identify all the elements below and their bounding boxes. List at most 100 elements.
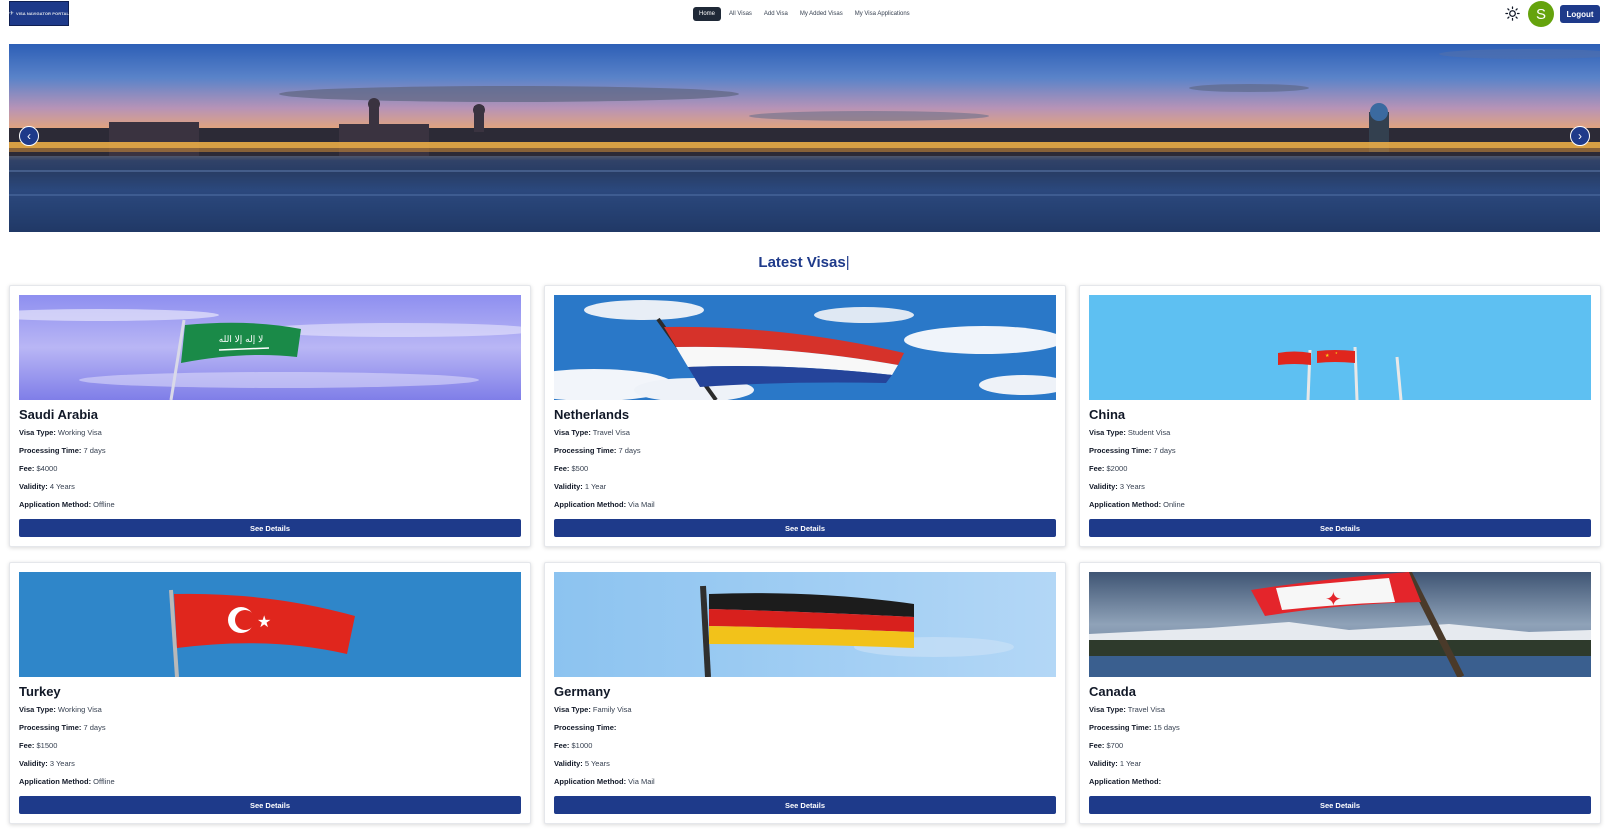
nav-link-my-visa-applications[interactable]: My Visa Applications — [849, 7, 916, 21]
hero-carousel: ‹ › — [9, 44, 1600, 232]
site-logo[interactable]: ✈ VISA NAVIGATOR PORTAL — [9, 1, 69, 26]
visa-card: ﻻ إله إلا الله Saudi Arabia Visa Type: W… — [9, 285, 531, 547]
application-method-row: Application Method: Via Mail — [554, 777, 1056, 789]
see-details-button[interactable]: See Details — [19, 796, 521, 814]
navbar: ✈ VISA NAVIGATOR PORTAL Home All Visas A… — [0, 0, 1608, 28]
validity-label: Validity: — [19, 482, 48, 491]
validity-row: Validity: 3 Years — [19, 759, 521, 771]
application-method-value: Offline — [93, 777, 115, 786]
processing-time-label: Processing Time: — [19, 723, 82, 732]
visa-type-label: Visa Type: — [554, 705, 591, 714]
visa-type-row: Visa Type: Travel Visa — [554, 428, 1056, 440]
nav-link-all-visas[interactable]: All Visas — [723, 7, 758, 21]
validity-value: 3 Years — [49, 759, 75, 768]
processing-time-row: Processing Time: 15 days — [1089, 723, 1591, 735]
plane-icon: ✈ — [8, 11, 15, 17]
fee-label: Fee: — [19, 464, 35, 473]
card-country-title: China — [1089, 407, 1126, 422]
card-country-title: Germany — [554, 684, 611, 699]
see-details-button[interactable]: See Details — [1089, 519, 1591, 537]
card-country-title: Saudi Arabia — [19, 407, 98, 422]
carousel-next-button[interactable]: › — [1570, 126, 1590, 146]
validity-row: Validity: 3 Years — [1089, 482, 1591, 494]
hero-city-skyline-image — [9, 49, 1600, 232]
svg-text:★: ★ — [257, 614, 271, 631]
processing-time-row: Processing Time: 7 days — [19, 723, 521, 735]
visa-type-label: Visa Type: — [1089, 428, 1126, 437]
validity-value: 5 Years — [584, 759, 610, 768]
svg-text:★: ★ — [1335, 351, 1338, 355]
svg-text:★: ★ — [1325, 353, 1330, 359]
fee-row: Fee: $500 — [554, 464, 1056, 476]
visa-type-value: Working Visa — [57, 705, 102, 714]
application-method-label: Application Method: — [19, 500, 92, 509]
see-details-button[interactable]: See Details — [554, 796, 1056, 814]
typewriter-cursor: | — [845, 254, 850, 271]
visa-type-value: Travel Visa — [1127, 705, 1165, 714]
application-method-value: Online — [1163, 500, 1185, 509]
visa-type-value: Student Visa — [1127, 428, 1171, 437]
validity-value: 4 Years — [49, 482, 75, 491]
fee-label: Fee: — [19, 741, 35, 750]
fee-label: Fee: — [554, 741, 570, 750]
validity-row: Validity: 5 Years — [554, 759, 1056, 771]
chevron-right-icon: › — [1578, 129, 1582, 143]
fee-value: $700 — [1106, 741, 1124, 750]
sun-icon — [1505, 6, 1520, 21]
nav-links: Home All Visas Add Visa My Added Visas M… — [693, 6, 916, 21]
nav-link-add-visa[interactable]: Add Visa — [758, 7, 794, 21]
validity-label: Validity: — [1089, 759, 1118, 768]
application-method-row: Application Method: — [1089, 777, 1591, 789]
see-details-button[interactable]: See Details — [19, 519, 521, 537]
fee-row: Fee: $1500 — [19, 741, 521, 753]
card-country-title: Turkey — [19, 684, 61, 699]
visa-type-label: Visa Type: — [19, 705, 56, 714]
fee-row: Fee: $700 — [1089, 741, 1591, 753]
visa-type-label: Visa Type: — [19, 428, 56, 437]
visa-card: ✦ Canada Visa Type: Travel Visa Processi… — [1079, 562, 1601, 824]
processing-time-row: Processing Time: 7 days — [554, 446, 1056, 458]
visa-type-value: Working Visa — [57, 428, 102, 437]
processing-time-value: 7 days — [83, 446, 106, 455]
section-title-text: Latest Visas — [758, 254, 846, 271]
validity-row: Validity: 1 Year — [1089, 759, 1591, 771]
saudi-arabia-flag-image: ﻻ إله إلا الله — [19, 295, 521, 400]
nav-link-my-added-visas[interactable]: My Added Visas — [794, 7, 849, 21]
application-method-label: Application Method: — [554, 777, 627, 786]
processing-time-label: Processing Time: — [554, 446, 617, 455]
application-method-label: Application Method: — [19, 777, 92, 786]
carousel-prev-button[interactable]: ‹ — [19, 126, 39, 146]
netherlands-flag-image — [554, 295, 1056, 400]
theme-toggle-button[interactable] — [1504, 5, 1521, 22]
fee-value: $4000 — [36, 464, 58, 473]
validity-row: Validity: 4 Years — [19, 482, 521, 494]
application-method-row: Application Method: Offline — [19, 777, 521, 789]
validity-value: 3 Years — [1119, 482, 1145, 491]
validity-value: 1 Year — [1119, 759, 1142, 768]
application-method-row: Application Method: Online — [1089, 500, 1591, 512]
application-method-label: Application Method: — [1089, 500, 1162, 509]
visa-type-row: Visa Type: Family Visa — [554, 705, 1056, 717]
fee-value: $2000 — [1106, 464, 1128, 473]
validity-label: Validity: — [1089, 482, 1118, 491]
svg-text:✦: ✦ — [1325, 589, 1342, 611]
application-method-row: Application Method: Via Mail — [554, 500, 1056, 512]
processing-time-value: 7 days — [83, 723, 106, 732]
see-details-button[interactable]: See Details — [554, 519, 1056, 537]
logo-text: VISA NAVIGATOR PORTAL — [16, 11, 70, 16]
visa-type-row: Visa Type: Working Visa — [19, 705, 521, 717]
user-avatar[interactable]: S — [1528, 1, 1554, 27]
visa-type-label: Visa Type: — [1089, 705, 1126, 714]
visa-type-row: Visa Type: Working Visa — [19, 428, 521, 440]
validity-row: Validity: 1 Year — [554, 482, 1056, 494]
canada-flag-image: ✦ — [1089, 572, 1591, 677]
visa-type-value: Travel Visa — [592, 428, 630, 437]
logout-button[interactable]: Logout — [1560, 5, 1600, 23]
validity-label: Validity: — [554, 482, 583, 491]
processing-time-label: Processing Time: — [19, 446, 82, 455]
nav-link-home[interactable]: Home — [693, 6, 722, 21]
see-details-button[interactable]: See Details — [1089, 796, 1591, 814]
processing-time-label: Processing Time: — [1089, 723, 1152, 732]
application-method-label: Application Method: — [554, 500, 627, 509]
visa-type-value: Family Visa — [592, 705, 632, 714]
